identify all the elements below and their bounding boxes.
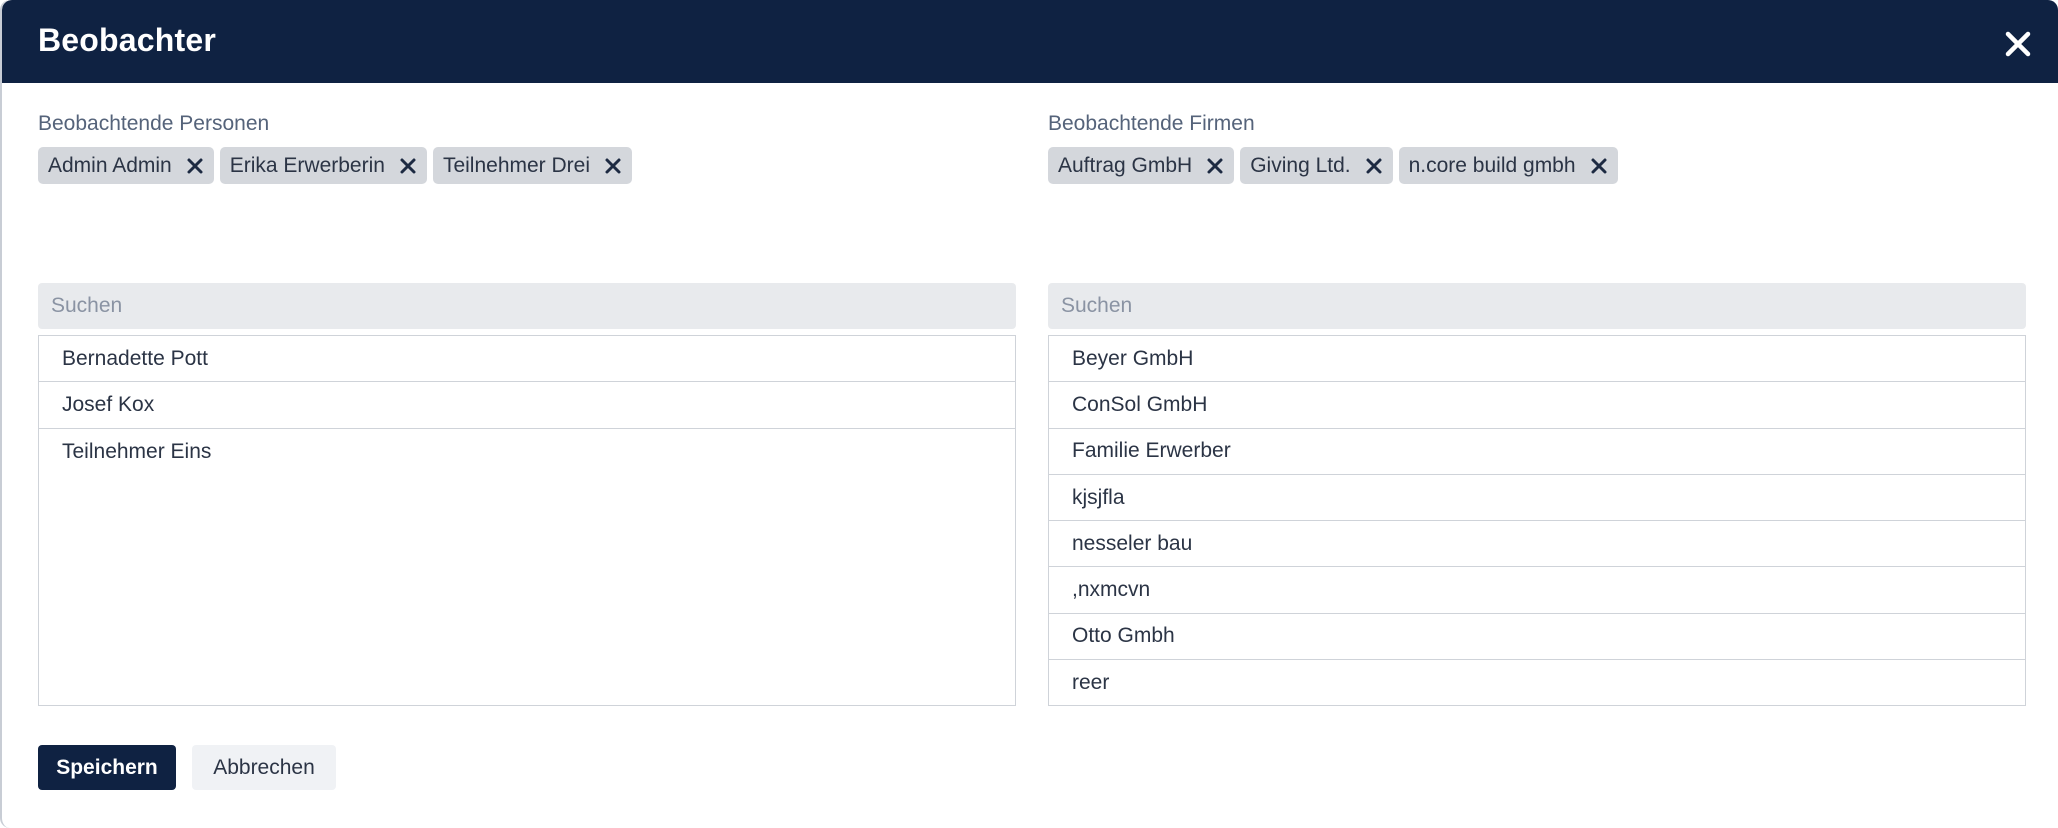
list-item[interactable]: Beyer GmbH	[1049, 336, 2025, 383]
dialog-title: Beobachter	[38, 22, 217, 58]
companies-selected-chips: Auftrag GmbH Giving Ltd. n.core build gm…	[1048, 147, 1618, 184]
chip-remove-button[interactable]	[1206, 157, 1224, 175]
chip-company: Auftrag GmbH	[1048, 147, 1235, 184]
list-item[interactable]: Teilnehmer Eins	[39, 429, 1015, 475]
chip-person: Erika Erwerberin	[219, 147, 427, 184]
list-item[interactable]: ConSol GmbH	[1049, 382, 2025, 429]
chip-label: Erika Erwerberin	[229, 153, 385, 177]
chip-label: Giving Ltd.	[1250, 153, 1351, 177]
chip-person: Admin Admin	[38, 147, 214, 184]
remove-icon	[400, 158, 416, 173]
persons-selected-chips: Admin Admin Erika Erwerberin Teilnehmer …	[38, 147, 633, 184]
list-item[interactable]: reer	[1049, 660, 2025, 705]
chip-remove-button[interactable]	[1590, 157, 1608, 175]
chip-remove-button[interactable]	[399, 157, 417, 175]
close-button[interactable]	[2000, 26, 2036, 62]
list-item[interactable]: Bernadette Pott	[39, 336, 1015, 383]
list-item[interactable]: kjsjfla	[1049, 475, 2025, 522]
list-item[interactable]: nesseler bau	[1049, 521, 2025, 568]
list-item[interactable]: Josef Kox	[39, 382, 1015, 429]
observers-dialog: Beobachter Beobachtende Personen Admin A…	[0, 0, 2058, 828]
remove-icon	[1207, 158, 1223, 173]
chip-label: Admin Admin	[48, 153, 172, 177]
list-item[interactable]: Otto Gmbh	[1049, 614, 2025, 661]
chip-remove-button[interactable]	[186, 157, 204, 175]
companies-label: Beobachtende Firmen	[1048, 112, 1255, 135]
persons-label: Beobachtende Personen	[38, 112, 270, 135]
chip-company: Giving Ltd.	[1240, 147, 1393, 184]
dialog-header: Beobachter	[2, 0, 2058, 83]
remove-icon	[1366, 158, 1382, 173]
chip-label: Auftrag GmbH	[1058, 153, 1193, 177]
chip-label: Teilnehmer Drei	[442, 153, 591, 177]
chip-remove-button[interactable]	[1365, 157, 1383, 175]
companies-options-list: Beyer GmbH ConSol GmbH Familie Erwerber …	[1048, 335, 2026, 706]
companies-search-input[interactable]	[1048, 283, 2026, 329]
save-button[interactable]: Speichern	[38, 745, 176, 790]
list-item[interactable]: ,nxmcvn	[1049, 567, 2025, 614]
remove-icon	[605, 158, 621, 173]
remove-icon	[1591, 158, 1607, 173]
persons-search-input[interactable]	[38, 283, 1016, 329]
chip-person: Teilnehmer Drei	[432, 147, 633, 184]
list-item[interactable]: Familie Erwerber	[1049, 429, 2025, 475]
persons-options-list: Bernadette Pott Josef Kox Teilnehmer Ein…	[38, 335, 1016, 706]
close-icon	[2005, 31, 2031, 57]
remove-icon	[187, 158, 203, 173]
chip-company: n.core build gmbh	[1398, 147, 1618, 184]
cancel-button[interactable]: Abbrechen	[192, 745, 336, 790]
chip-remove-button[interactable]	[604, 157, 622, 175]
chip-label: n.core build gmbh	[1408, 153, 1576, 177]
